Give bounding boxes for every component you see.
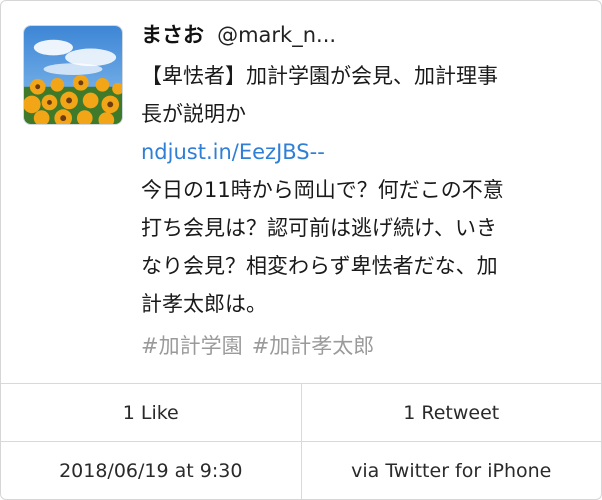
engagement-stats: 1 Like 1 Retweet [1, 383, 601, 441]
hashtag-link[interactable]: #加計孝太郎 [252, 334, 375, 358]
tweet-card: まさお @mark_n... 【卑怯者】加計学園が会見、加計理事 長が説明か n… [0, 0, 602, 500]
tweet-header: まさお @mark_n... [141, 19, 336, 53]
display-name[interactable]: まさお [141, 23, 204, 47]
like-count[interactable]: 1 Like [1, 384, 301, 441]
sunflower-avatar-icon [24, 26, 122, 124]
retweet-count[interactable]: 1 Retweet [300, 384, 602, 441]
tweet-text-line: 今日の11時から岡山で？何だこの不意 [141, 178, 504, 202]
tweet-text-line: 【卑怯者】加計学園が会見、加計理事 [141, 64, 498, 88]
tweet-link[interactable]: ndjust.in/EezJBS-- [141, 133, 561, 171]
tweet-body: 【卑怯者】加計学園が会見、加計理事 長が説明か ndjust.in/EezJBS… [141, 57, 561, 363]
tweet-text-line: 長が説明か [141, 102, 246, 126]
source-client[interactable]: via Twitter for iPhone [300, 442, 602, 499]
timestamp[interactable]: 2018/06/19 at 9:30 [1, 442, 301, 499]
tweet-text-line: 打ち会見は？認可前は逃げ続け、いき [141, 216, 497, 240]
tweet: まさお @mark_n... 【卑怯者】加計学園が会見、加計理事 長が説明か n… [1, 1, 601, 383]
tweet-meta: 2018/06/19 at 9:30 via Twitter for iPhon… [1, 441, 601, 499]
hashtag-list: #加計学園 #加計孝太郎 [141, 329, 561, 363]
user-handle[interactable]: @mark_n... [217, 23, 336, 47]
avatar[interactable] [23, 25, 123, 125]
tweet-text-line: なり会見？相変わらず卑怯者だな、加 [141, 254, 498, 278]
tweet-text-line: 計孝太郎は。 [141, 292, 267, 316]
hashtag-link[interactable]: #加計学園 [141, 334, 243, 358]
